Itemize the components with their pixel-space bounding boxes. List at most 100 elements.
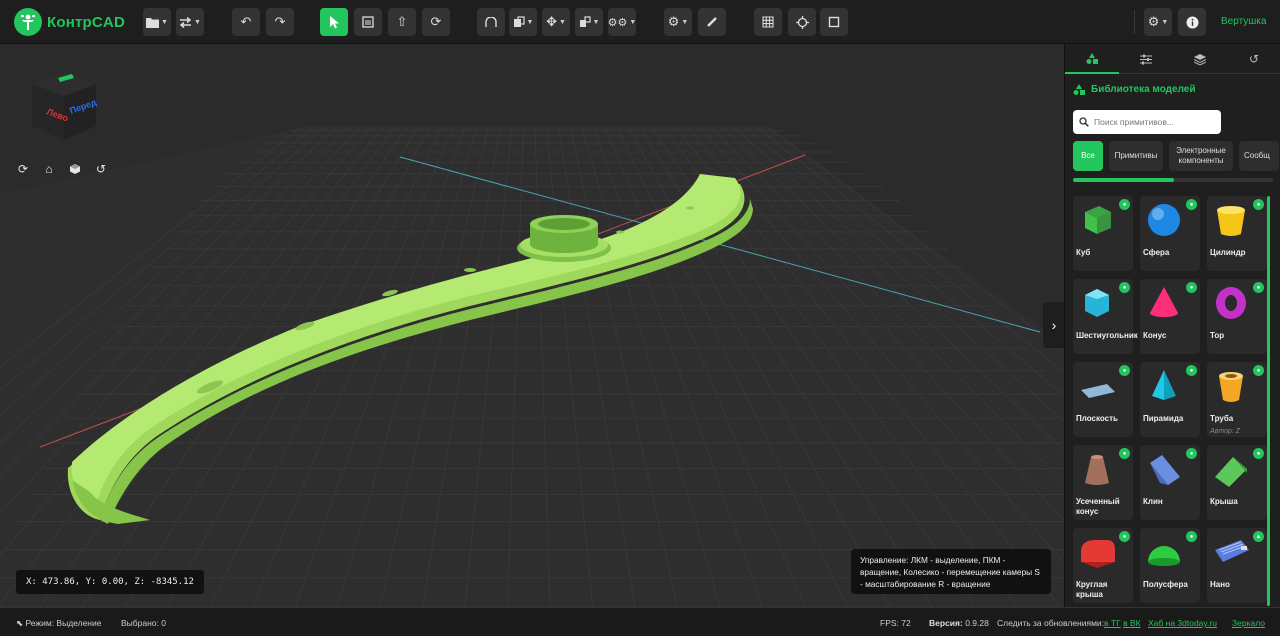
info-button[interactable] <box>1178 8 1206 36</box>
category-primitives[interactable]: Примитивы <box>1109 141 1163 171</box>
model-card[interactable]: ● Пирамида <box>1140 362 1200 437</box>
rotate-view-button[interactable]: ⟳ <box>12 158 34 180</box>
ruler-icon <box>707 17 717 27</box>
boolean-menu-button[interactable]: ▼ <box>509 8 537 36</box>
follow-text: Следить за обновлениями: <box>997 618 1105 628</box>
align-menu-button[interactable]: ▼ <box>575 8 603 36</box>
sliders-icon <box>1140 54 1152 64</box>
shapes-icon <box>1073 84 1085 95</box>
community-badge-icon: ● <box>1186 365 1197 376</box>
category-scroll-thumb[interactable] <box>1073 178 1174 182</box>
model-card[interactable]: ● Плоскость <box>1073 362 1133 437</box>
community-badge-icon: ● <box>1186 531 1197 542</box>
model-card[interactable]: ● Усеченный конус <box>1073 445 1133 520</box>
model-label: Шестиугольник <box>1076 331 1138 340</box>
model-label: Плоскость <box>1076 414 1118 423</box>
shapes-icon <box>1086 52 1098 64</box>
transform-menu-button[interactable]: ✥ ▼ <box>542 8 570 36</box>
info-icon <box>1186 16 1198 28</box>
hemisphere-icon <box>1148 546 1180 566</box>
mirror-link[interactable]: Зеркало <box>1232 618 1265 628</box>
box-select-button[interactable] <box>354 8 382 36</box>
category-scrollbar[interactable] <box>1073 178 1273 182</box>
grid-toggle-button[interactable] <box>754 8 782 36</box>
select-tool-button[interactable] <box>320 8 348 36</box>
model-card[interactable]: ▲ Нано <box>1207 528 1267 603</box>
move-icon: ✥ <box>546 14 557 29</box>
3d-viewport[interactable]: Лево Перед ⟳ ⌂ ↺ X: 473.86, Y: 0.00, Z: … <box>0 44 1064 607</box>
user-link[interactable]: Вертушка <box>1221 16 1266 27</box>
model-card[interactable]: ● Конус <box>1140 279 1200 354</box>
search-icon <box>1079 117 1089 127</box>
gears-menu-button[interactable]: ⚙⚙ ▼ <box>608 8 636 36</box>
tab-history[interactable]: ↺ <box>1227 44 1280 74</box>
view-cube[interactable]: Лево Перед <box>28 70 100 142</box>
cad-app: КонтрCAD ▼ ▼ ↶ ↷ ⇧ ⟳ ▼ ✥ ▼ ▼ ⚙⚙ ▼ ⚙ ▼ ⚙ … <box>0 0 1280 636</box>
tab-layers[interactable] <box>1173 44 1227 74</box>
snap-button[interactable] <box>788 8 816 36</box>
folder-icon <box>146 17 160 28</box>
scene-canvas[interactable] <box>0 44 1064 607</box>
hub-link[interactable]: Хаб на 3dtoday.ru <box>1148 618 1217 628</box>
cursor-icon <box>329 15 339 28</box>
iso-view-button[interactable] <box>64 158 86 180</box>
redo-button[interactable]: ↷ <box>266 8 294 36</box>
file-menu-button[interactable]: ▼ <box>143 8 171 36</box>
arrow-up-icon: ⇧ <box>396 14 408 29</box>
frustum-icon <box>1085 455 1109 485</box>
model-card[interactable]: ● Тор <box>1207 279 1267 354</box>
tube-icon <box>1219 372 1243 402</box>
home-view-button[interactable]: ⌂ <box>38 158 60 180</box>
logo-icon <box>14 8 42 36</box>
category-electronics[interactable]: Электронные компоненты <box>1169 141 1233 171</box>
model-card[interactable]: ● Шестиугольник <box>1073 279 1138 354</box>
telegram-link[interactable]: в ТГ <box>1104 618 1121 628</box>
right-panel: ↺ Библиотека моделей Все Примитивы Элект… <box>1064 44 1280 607</box>
app-logo[interactable]: КонтрCAD <box>14 8 125 36</box>
category-all[interactable]: Все <box>1073 141 1103 171</box>
model-author: Автор: Z <box>1210 428 1240 435</box>
version-label: Версия: <box>929 618 963 628</box>
frame-button[interactable] <box>820 8 848 36</box>
category-community[interactable]: Сообщ <box>1239 141 1279 171</box>
community-badge-icon: ● <box>1186 448 1197 459</box>
rotate-button[interactable]: ⟳ <box>422 8 450 36</box>
vk-link[interactable]: в ВК <box>1123 618 1141 628</box>
model-label: Пирамида <box>1143 414 1184 423</box>
library-scrollbar[interactable] <box>1267 196 1270 606</box>
wedge-icon <box>1150 455 1180 485</box>
community-badge-icon: ● <box>1186 199 1197 210</box>
primitive-search[interactable] <box>1073 110 1221 134</box>
community-badge-icon: ● <box>1119 199 1130 210</box>
model-card[interactable]: ● Полусфера <box>1140 528 1200 603</box>
measure-button[interactable] <box>698 8 726 36</box>
rotate-icon: ⟳ <box>17 162 29 176</box>
sketch-button[interactable] <box>477 8 505 36</box>
model-card[interactable]: ● Клин <box>1140 445 1200 520</box>
swap-arrows-icon <box>179 16 192 28</box>
undo-button[interactable]: ↶ <box>232 8 260 36</box>
tab-properties[interactable] <box>1119 44 1173 74</box>
reset-view-button[interactable]: ↺ <box>90 158 112 180</box>
round-roof-icon <box>1081 540 1115 568</box>
model-card[interactable]: ● Куб <box>1073 196 1133 271</box>
reset-icon: ↺ <box>95 162 107 176</box>
mode-text: Режим: Выделение <box>25 618 102 628</box>
boolean-icon <box>513 16 525 27</box>
preferences-menu-button[interactable]: ⚙ ▼ <box>1144 8 1172 36</box>
tab-library[interactable] <box>1065 44 1119 74</box>
transfer-menu-button[interactable]: ▼ <box>176 8 204 36</box>
toggle-panel-button[interactable]: › <box>1043 302 1064 348</box>
move-up-button[interactable]: ⇧ <box>388 8 416 36</box>
model-card[interactable]: ● Сфера <box>1140 196 1200 271</box>
settings-menu-button[interactable]: ⚙ ▼ <box>664 8 692 36</box>
library-title-text: Библиотека моделей <box>1091 84 1196 95</box>
app-name: КонтрCAD <box>47 13 125 31</box>
model-card[interactable]: ● Цилиндр <box>1207 196 1267 271</box>
plane-icon <box>1081 384 1115 398</box>
search-input[interactable] <box>1094 117 1214 127</box>
model-card[interactable]: ● Крыша <box>1207 445 1267 520</box>
model-card[interactable]: ● Труба Автор: Z <box>1207 362 1267 437</box>
model-card[interactable]: ● Круглая крыша <box>1073 528 1133 603</box>
library-title: Библиотека моделей <box>1073 84 1196 95</box>
